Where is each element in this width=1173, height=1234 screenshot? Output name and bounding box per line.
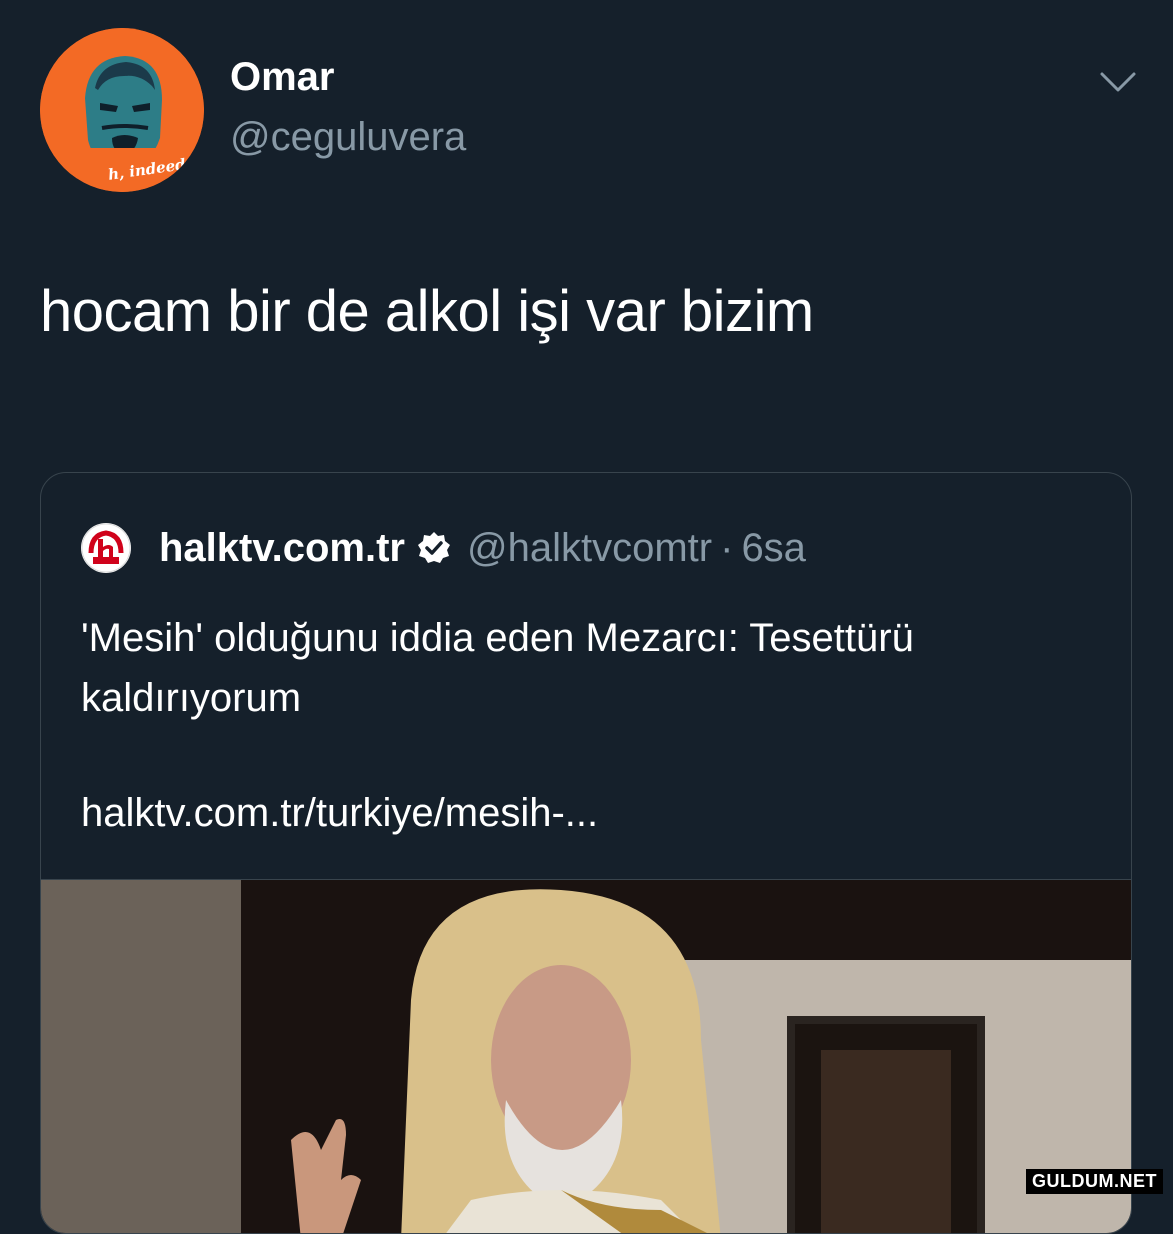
- tweet-text: hocam bir de alkol işi var bizim: [40, 279, 814, 344]
- quoted-tweet-text: 'Mesih' olduğunu iddia eden Mezarcı: Tes…: [81, 616, 914, 720]
- quoted-account-handle[interactable]: @halktvcomtr: [467, 526, 712, 571]
- chevron-down-icon[interactable]: [1098, 66, 1138, 96]
- watermark: GULDUM.NET: [1026, 1169, 1163, 1194]
- quoted-account-name[interactable]: halktv.com.tr: [159, 526, 405, 571]
- quoted-tweet-time[interactable]: 6sa: [741, 526, 806, 571]
- quoted-tweet-header: halktv.com.tr @halktvcomtr · 6sa: [159, 523, 806, 573]
- quoted-account-avatar[interactable]: [81, 523, 131, 573]
- author-handle[interactable]: @ceguluvera: [230, 115, 466, 160]
- verified-badge-icon: [418, 532, 450, 563]
- author-name[interactable]: Omar: [230, 55, 335, 100]
- quoted-tweet-image[interactable]: [41, 879, 1131, 1233]
- separator-dot: ·: [720, 525, 734, 570]
- author-avatar[interactable]: h, indeed: [40, 28, 204, 192]
- quoted-tweet-link[interactable]: halktv.com.tr/turkiye/mesih-...: [81, 791, 598, 836]
- quoted-tweet-card[interactable]: halktv.com.tr @halktvcomtr · 6sa 'Mesih'…: [40, 472, 1132, 1234]
